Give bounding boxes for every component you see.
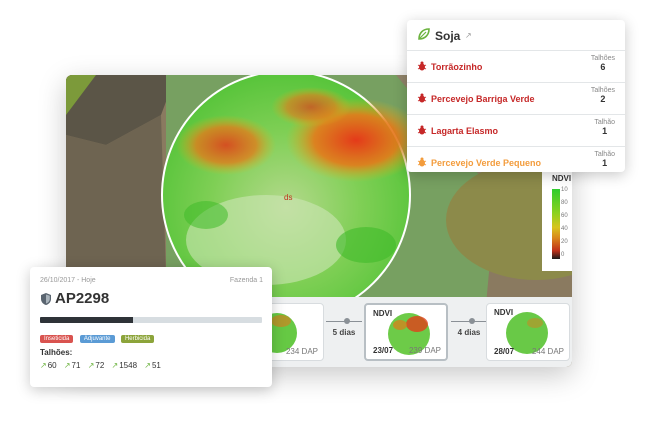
timeline-gap: 5 dias (322, 315, 366, 337)
plots-label: Talhões: (40, 348, 73, 357)
plot-item[interactable]: ↗72 (88, 361, 105, 370)
legend-tick: 80 (561, 200, 568, 206)
crop-title: Soja (435, 29, 461, 43)
application-card[interactable]: 26/10/2017 - Hoje Fazenda 1 AP2298 Inset… (30, 267, 272, 387)
timeline-gap: 4 dias (447, 315, 491, 337)
timeline-thumbnail-selected[interactable]: NDVI 23/07 239 DAP (364, 303, 448, 361)
application-progress-bar (40, 317, 262, 323)
pest-count: 1 (602, 158, 608, 168)
pest-name: Lagarta Elasmo (431, 126, 499, 136)
tag-herbicida: Herbicida (120, 335, 155, 343)
crop-pests-card: Soja ↗ Torrãozinho Talhões 6 Percevejo Ba… (407, 20, 625, 172)
gap-days: 5 dias (332, 328, 356, 337)
pest-count-label: Talhão (594, 151, 615, 158)
bug-icon (417, 61, 427, 71)
leaf-icon: ↗ (63, 361, 71, 370)
pest-count-label: Talhão (594, 119, 615, 126)
external-link-icon[interactable]: ↗ (465, 31, 472, 40)
leaf-icon (418, 28, 430, 40)
pest-count: 6 (600, 62, 606, 72)
bug-icon (417, 93, 427, 103)
progress-fill (40, 317, 134, 323)
legend-tick: 60 (561, 213, 568, 219)
pest-count-label: Talhões (590, 55, 615, 62)
pest-name: Percevejo Barriga Verde (431, 94, 535, 104)
application-date: 26/10/2017 - Hoje (40, 277, 96, 284)
plot-item[interactable]: ↗1548 (112, 361, 138, 370)
leaf-icon: ↗ (40, 361, 47, 370)
bug-icon (417, 157, 427, 167)
shield-icon (41, 293, 51, 305)
product-tags: Inseticida Adjuvante Herbicida (40, 327, 156, 345)
pest-row[interactable]: Percevejo Barriga Verde Talhões 2 (407, 83, 625, 115)
plot-item[interactable]: ↗60 (40, 361, 57, 370)
thumbnail-dap: 234 DAP (285, 347, 318, 356)
bug-icon (417, 125, 427, 135)
pest-name: Torrãozinho (431, 62, 483, 72)
legend-tick: 10 (561, 187, 568, 193)
legend-gradient-bar (552, 189, 560, 259)
pest-count-label: Talhões (590, 87, 615, 94)
ndvi-legend: NDVI 10 80 60 40 20 0 (542, 167, 572, 271)
pest-name: Percevejo Verde Pequeno (431, 158, 542, 168)
pest-row[interactable]: Lagarta Elasmo Talhão 1 (407, 115, 625, 147)
leaf-icon: ↗ (87, 361, 95, 370)
leaf-icon: ↗ (144, 361, 151, 370)
pest-row[interactable]: Percevejo Verde Pequeno Talhão 1 (407, 147, 625, 178)
leaf-icon: ↗ (111, 361, 119, 370)
thumbnail-dap: 239 DAP (408, 346, 441, 355)
thumbnail-dap: 244 DAP (531, 347, 564, 356)
crop-card-header: Soja ↗ (407, 20, 625, 51)
thumbnail-date: 23/07 (373, 346, 394, 355)
application-name: AP2298 (55, 290, 110, 307)
gap-days: 4 dias (457, 328, 481, 337)
plot-item[interactable]: ↗71 (64, 361, 81, 370)
tag-adjuvante: Adjuvante (79, 335, 115, 343)
pest-count: 2 (600, 94, 606, 104)
legend-tick: 0 (561, 252, 565, 258)
map-marker[interactable]: ds (284, 193, 292, 202)
plots-list: ↗60 ↗71 ↗72 ↗1548 ↗51 (40, 361, 166, 370)
pest-row[interactable]: Torrãozinho Talhões 6 (407, 51, 625, 83)
timeline-thumbnail[interactable]: NDVI 28/07 244 DAP (486, 303, 570, 361)
legend-tick: 20 (561, 239, 568, 245)
tag-inseticida: Inseticida (40, 335, 74, 343)
pest-count: 1 (602, 126, 608, 136)
legend-tick: 40 (561, 226, 568, 232)
thumbnail-date: 28/07 (494, 347, 515, 356)
plot-item[interactable]: ↗51 (144, 361, 161, 370)
farm-name: Fazenda 1 (229, 277, 263, 284)
